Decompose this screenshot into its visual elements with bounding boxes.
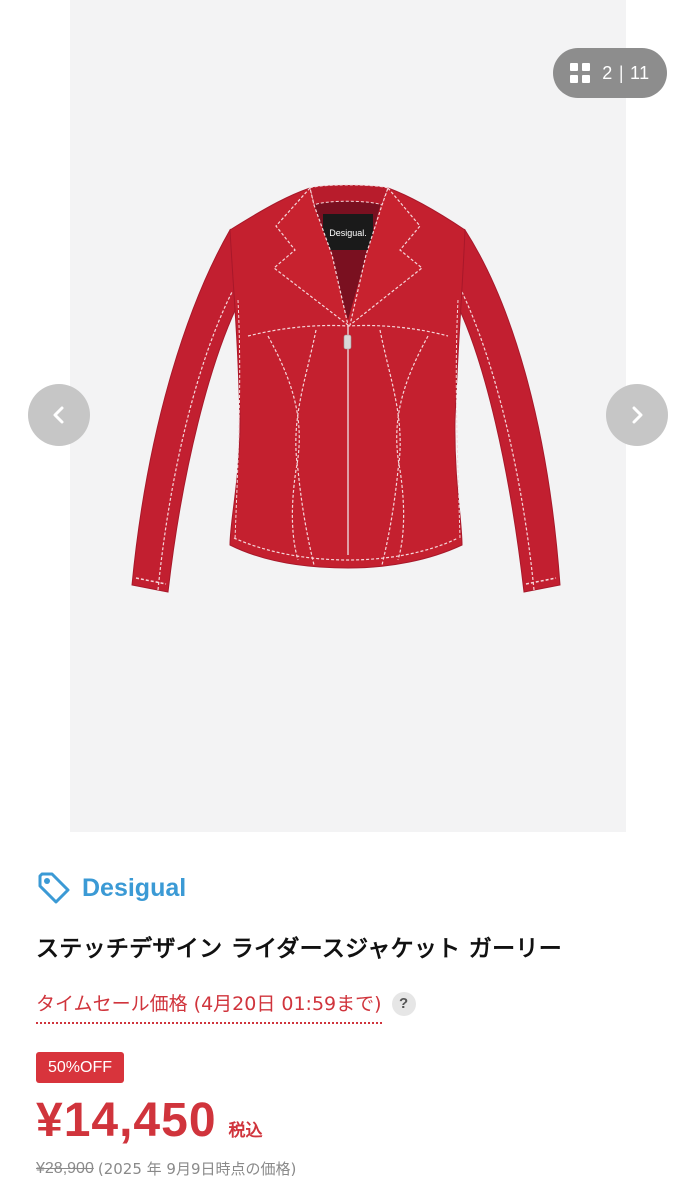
jacket-image: Desigual. bbox=[131, 184, 561, 593]
image-counter-separator: | bbox=[618, 62, 624, 83]
image-counter-badge[interactable]: 2 | 11 bbox=[553, 48, 667, 98]
brand-link[interactable]: Desigual bbox=[36, 870, 186, 906]
time-sale-info: タイムセール価格 (4月20日 01:59まで) ? bbox=[36, 989, 416, 1024]
time-sale-label: タイムセール価格 (4月20日 01:59まで) bbox=[36, 989, 382, 1024]
sale-price: ¥14,450 bbox=[36, 1094, 217, 1147]
help-icon[interactable]: ? bbox=[391, 991, 416, 1016]
brand-name: Desigual bbox=[82, 873, 187, 902]
previous-image-button[interactable] bbox=[28, 384, 90, 446]
chevron-left-icon bbox=[53, 406, 64, 424]
original-price-row: ¥28,900 (2025 年 9月9日時点の価格) bbox=[36, 1158, 296, 1179]
next-image-button[interactable] bbox=[606, 384, 668, 446]
product-title: ステッチデザイン ライダースジャケット ガーリー bbox=[36, 936, 562, 962]
price-row: ¥14,450 税込 bbox=[36, 1093, 263, 1148]
product-photo: Desigual. bbox=[70, 0, 626, 832]
image-counter-current: 2 bbox=[602, 62, 613, 83]
original-price: ¥28,900 bbox=[36, 1159, 94, 1177]
image-counter: 2 | 11 bbox=[602, 63, 649, 84]
chevron-right-icon bbox=[632, 406, 643, 424]
product-page: Desigual. 2 | 11 Desigual ステッチデザイン ライダース… bbox=[0, 0, 696, 1200]
product-image-gallery[interactable]: Desigual. 2 | 11 bbox=[0, 0, 696, 832]
original-price-note: (2025 年 9月9日時点の価格) bbox=[97, 1160, 297, 1178]
discount-badge: 50%OFF bbox=[36, 1052, 125, 1083]
tag-icon bbox=[38, 872, 70, 904]
tax-included-label: 税込 bbox=[228, 1121, 263, 1141]
image-counter-total: 11 bbox=[630, 62, 650, 83]
grid-icon bbox=[570, 63, 591, 83]
jacket-brand-label: Desigual. bbox=[329, 228, 367, 238]
